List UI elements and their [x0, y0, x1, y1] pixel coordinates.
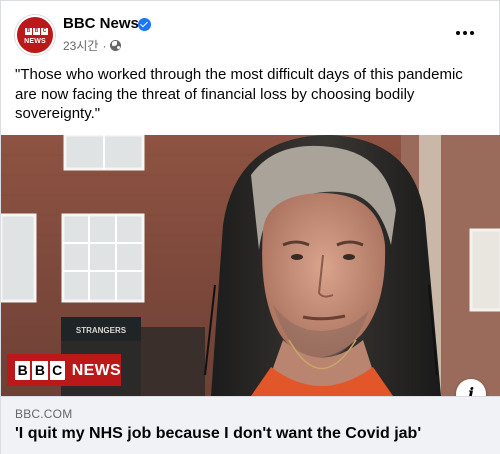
post-timestamp[interactable]: 23시간 — [63, 37, 98, 54]
link-headline[interactable]: 'I quit my NHS job because I don't want … — [15, 425, 421, 443]
link-domain: BBC.COM — [15, 407, 73, 421]
bbc-avatar-logo: B B C — [25, 28, 48, 35]
verified-badge-icon — [138, 18, 151, 31]
page-name-link[interactable]: BBC News — [63, 15, 139, 32]
globe-icon — [110, 40, 122, 51]
overlay-logo-block-2: B — [32, 360, 48, 380]
overlay-logo-news-word: NEWS — [71, 361, 121, 379]
avatar-block-2: B — [33, 28, 40, 35]
avatar-block-1: B — [25, 28, 32, 35]
avatar-block-3: C — [41, 28, 48, 35]
ellipsis-icon-dot-1 — [456, 31, 460, 35]
page-avatar[interactable]: B B C NEWS — [15, 15, 55, 55]
post-meta: 23시간 · — [63, 37, 122, 54]
avatar-news-word: NEWS — [24, 38, 46, 45]
overlay-logo-block-1: B — [15, 360, 31, 380]
link-preview[interactable]: BBC.COM 'I quit my NHS job because I don… — [1, 396, 500, 454]
meta-separator: · — [102, 38, 107, 53]
shop-sign-text: STRANGERS — [76, 326, 127, 335]
ellipsis-icon-dot-2 — [463, 31, 467, 35]
post-caption: "Those who worked through the most diffi… — [15, 66, 463, 122]
more-options-button[interactable] — [448, 19, 482, 47]
overlay-logo-block-3: C — [49, 360, 65, 380]
post-header: B B C NEWS BBC News 23시간 · — [1, 1, 500, 61]
ellipsis-icon-dot-3 — [470, 31, 474, 35]
facebook-post: B B C NEWS BBC News 23시간 · "Those who wo… — [0, 0, 500, 454]
bbc-news-overlay-logo: B B C NEWS — [7, 354, 121, 386]
